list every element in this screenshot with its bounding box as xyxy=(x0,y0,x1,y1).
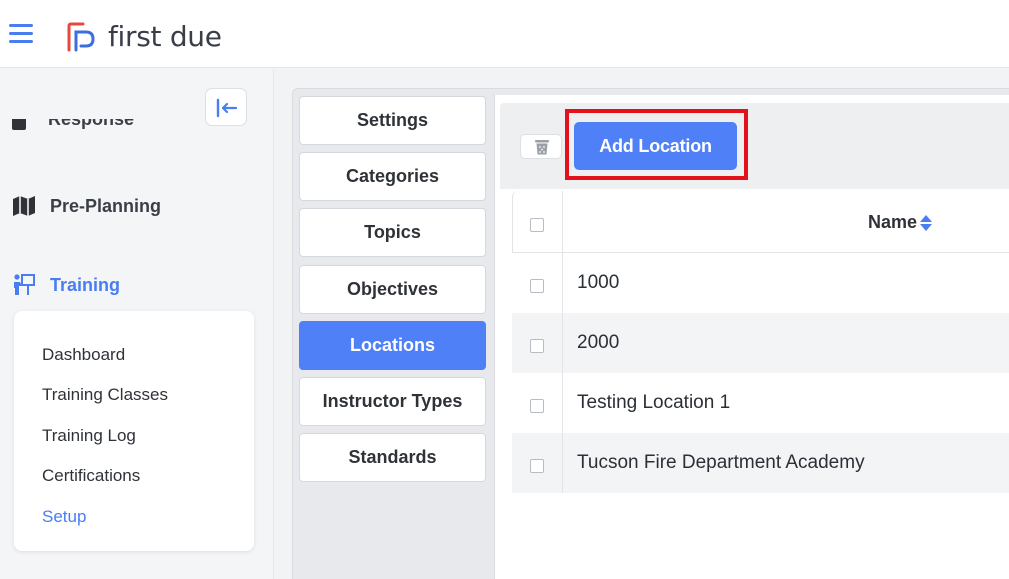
training-icon xyxy=(14,274,35,295)
column-divider xyxy=(562,191,563,493)
delete-button[interactable] xyxy=(520,134,562,159)
sidebar-item-pre-planning[interactable]: Pre-Planning xyxy=(12,195,161,217)
sidebar-item-label: Pre-Planning xyxy=(50,195,162,216)
collapse-sidebar-button[interactable] xyxy=(205,88,247,126)
tab-settings[interactable]: Settings xyxy=(299,96,486,145)
table-row[interactable]: 2000 xyxy=(512,313,1009,373)
table-row[interactable]: 1000 xyxy=(512,253,1009,313)
name-column-header[interactable]: Name xyxy=(868,212,933,233)
select-all-checkbox[interactable] xyxy=(530,218,544,232)
column-header-label: Name xyxy=(868,212,918,232)
submenu-item-dashboard[interactable]: Dashboard xyxy=(42,345,125,365)
row-checkbox[interactable] xyxy=(530,399,544,413)
hamburger-menu-icon[interactable] xyxy=(9,24,33,44)
tab-objectives[interactable]: Objectives xyxy=(299,265,486,314)
table-row[interactable]: Testing Location 1 xyxy=(512,373,1009,433)
tab-instructor-types[interactable]: Instructor Types xyxy=(299,377,486,426)
tab-standards[interactable]: Standards xyxy=(299,433,486,482)
sidebar-item-response[interactable]: Response xyxy=(12,119,162,135)
training-submenu: Dashboard Training Classes Training Log … xyxy=(14,311,254,551)
sidebar: Response Pre-Planning Training Dashboard… xyxy=(0,69,274,579)
sidebar-item-label: Response xyxy=(48,119,135,129)
sidebar-item-label: Training xyxy=(50,274,121,295)
tab-topics[interactable]: Topics xyxy=(299,208,486,257)
row-checkbox[interactable] xyxy=(530,279,544,293)
first-due-logo-icon xyxy=(67,22,95,52)
row-checkbox[interactable] xyxy=(530,339,544,353)
table-row[interactable]: Tucson Fire Department Academy xyxy=(512,433,1009,493)
map-icon xyxy=(13,196,35,216)
location-name: 2000 xyxy=(577,332,620,353)
submenu-item-certifications[interactable]: Certifications xyxy=(42,466,140,486)
location-name: Testing Location 1 xyxy=(577,392,731,413)
table-header xyxy=(512,191,1009,253)
trash-icon xyxy=(535,140,549,155)
sidebar-item-training[interactable]: Training xyxy=(12,273,120,297)
submenu-item-setup[interactable]: Setup xyxy=(42,507,86,527)
brand-name: first due xyxy=(108,20,222,53)
row-checkbox[interactable] xyxy=(530,459,544,473)
submenu-item-training-classes[interactable]: Training Classes xyxy=(42,385,168,405)
tab-categories[interactable]: Categories xyxy=(299,152,486,201)
collapse-left-icon xyxy=(216,98,238,118)
submenu-item-training-log[interactable]: Training Log xyxy=(42,426,136,446)
top-bar: first due xyxy=(0,0,1009,68)
location-name: 1000 xyxy=(577,272,620,293)
tab-locations[interactable]: Locations xyxy=(299,321,486,370)
location-name: Tucson Fire Department Academy xyxy=(577,452,865,473)
add-location-button[interactable]: Add Location xyxy=(574,122,737,170)
sort-icon xyxy=(920,214,933,232)
response-icon xyxy=(12,119,26,130)
